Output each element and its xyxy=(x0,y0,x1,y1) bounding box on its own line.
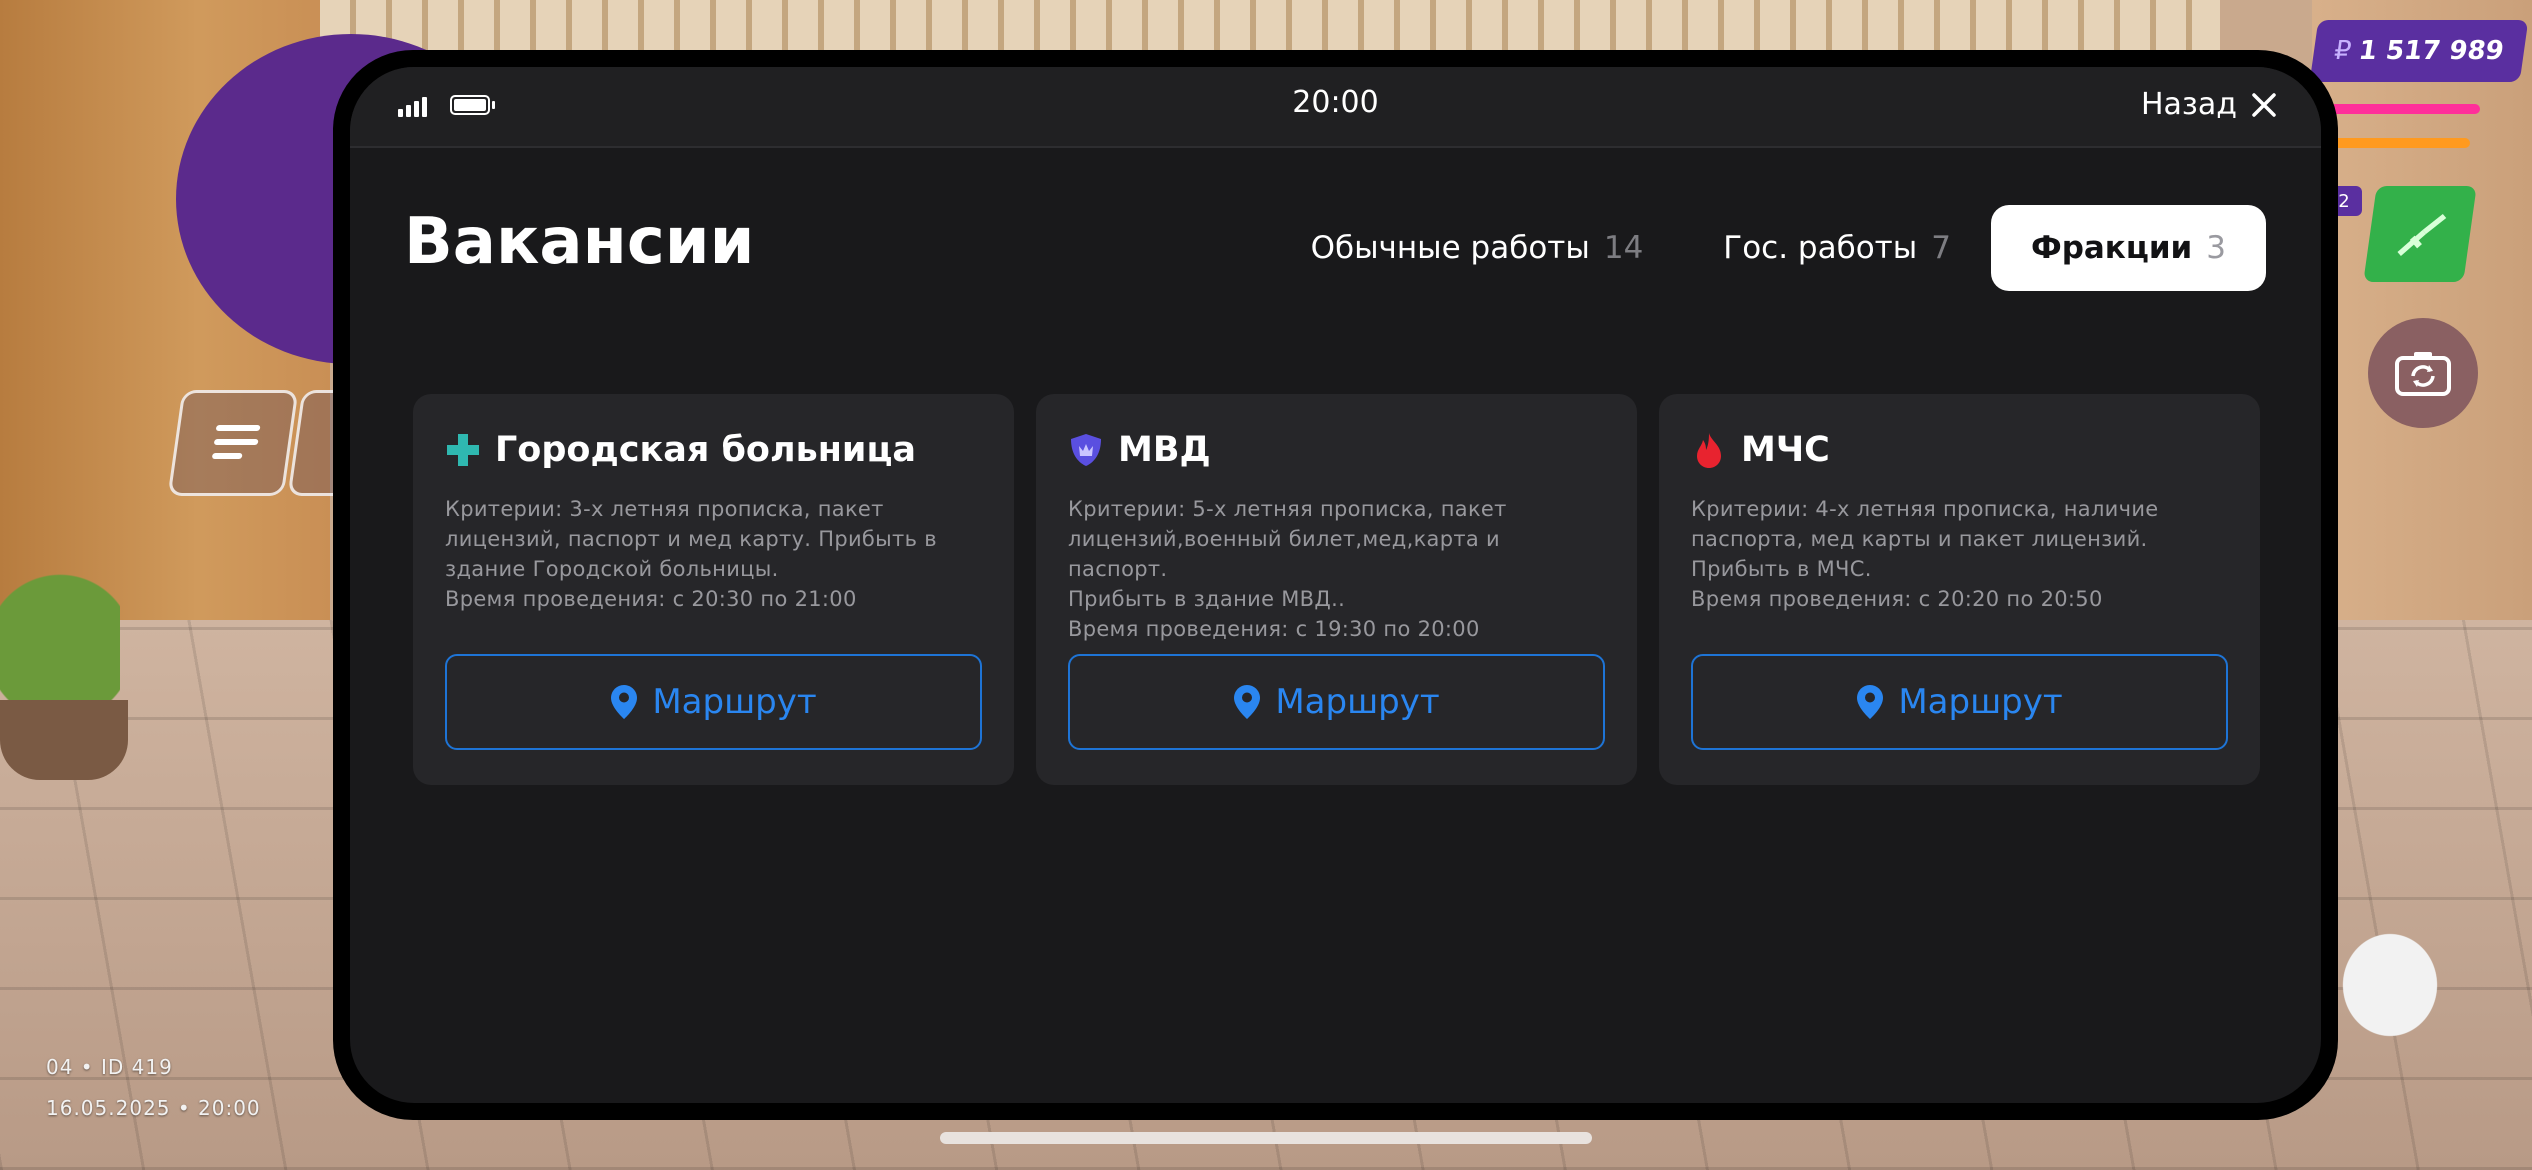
route-button[interactable]: Маршрут xyxy=(1068,654,1605,750)
tab-label: Гос. работы xyxy=(1723,230,1918,266)
route-button[interactable]: Маршрут xyxy=(1691,654,2228,750)
rifle-icon xyxy=(2397,214,2447,256)
tab-count: 3 xyxy=(2206,230,2226,266)
police-shield-icon xyxy=(1071,434,1101,466)
tab-government-jobs[interactable]: Гос. работы 7 xyxy=(1683,205,1991,291)
location-pin-icon xyxy=(1234,685,1261,719)
card-title: МЧС xyxy=(1741,430,1830,470)
tab-count: 14 xyxy=(1603,230,1644,266)
phone-screen: 20:00 Назад Вакансии Обычные работы 14 Г… xyxy=(350,67,2321,1103)
status-clock: 20:00 xyxy=(1292,85,1379,120)
route-button-label: Маршрут xyxy=(652,682,817,722)
page-title: Вакансии xyxy=(404,205,755,279)
back-button[interactable]: Назад xyxy=(2141,87,2277,122)
tab-regular-jobs[interactable]: Обычные работы 14 xyxy=(1271,205,1684,291)
money-display: ₽ 1 517 989 xyxy=(2309,20,2529,82)
job-tabs: Обычные работы 14 Гос. работы 7 Фракции … xyxy=(1271,205,2266,291)
route-button[interactable]: Маршрут xyxy=(445,654,982,750)
server-info: 04 • ID 419 xyxy=(46,1055,173,1079)
hud-menu-button[interactable] xyxy=(167,390,299,496)
plant-pot xyxy=(0,700,128,780)
game-datetime: 16.05.2025 • 20:00 xyxy=(46,1096,261,1120)
tab-label: Фракции xyxy=(2030,230,2193,266)
fire-icon xyxy=(1697,433,1721,468)
home-indicator[interactable] xyxy=(940,1132,1592,1144)
card-description: Критерии: 4-х летняя прописка, наличие п… xyxy=(1691,497,2159,611)
health-bar xyxy=(2330,104,2480,114)
vacancy-cards: Городская больница Критерии: 3-х летняя … xyxy=(413,394,2260,785)
close-icon xyxy=(2252,92,2276,117)
sneaker-icon[interactable] xyxy=(2330,920,2450,1050)
vacancy-card-mvd: МВД Критерии: 5-х летняя прописка, пакет… xyxy=(1036,394,1637,785)
card-description: Критерии: 3-х летняя прописка, пакет лиц… xyxy=(445,497,937,611)
armor-bar xyxy=(2330,138,2470,148)
card-title: Городская больница xyxy=(495,430,917,470)
tab-count: 7 xyxy=(1931,230,1951,266)
card-title: МВД xyxy=(1118,430,1211,470)
camera-rotate-icon xyxy=(2395,352,2451,396)
route-button-label: Маршрут xyxy=(1898,682,2063,722)
ruble-icon: ₽ xyxy=(2332,36,2353,66)
card-description: Критерии: 5-х летняя прописка, пакет лиц… xyxy=(1068,497,1507,641)
location-pin-icon xyxy=(611,685,638,719)
phone-status-bar: 20:00 Назад xyxy=(350,67,2321,148)
phone-frame: 20:00 Назад Вакансии Обычные работы 14 Г… xyxy=(333,50,2338,1120)
back-label: Назад xyxy=(2140,87,2237,122)
money-value: 1 517 989 xyxy=(2356,36,2506,66)
weapon-slot[interactable] xyxy=(2363,186,2477,282)
tab-label: Обычные работы xyxy=(1310,230,1590,266)
vacancy-card-hospital: Городская больница Критерии: 3-х летняя … xyxy=(413,394,1014,785)
tab-factions[interactable]: Фракции 3 xyxy=(1990,205,2266,291)
medical-cross-icon xyxy=(447,434,479,466)
location-pin-icon xyxy=(1857,685,1884,719)
route-button-label: Маршрут xyxy=(1275,682,1440,722)
camera-toggle-button[interactable] xyxy=(2368,318,2478,428)
vacancy-card-mchs: МЧС Критерии: 4-х летняя прописка, налич… xyxy=(1659,394,2260,785)
menu-icon xyxy=(171,393,295,493)
